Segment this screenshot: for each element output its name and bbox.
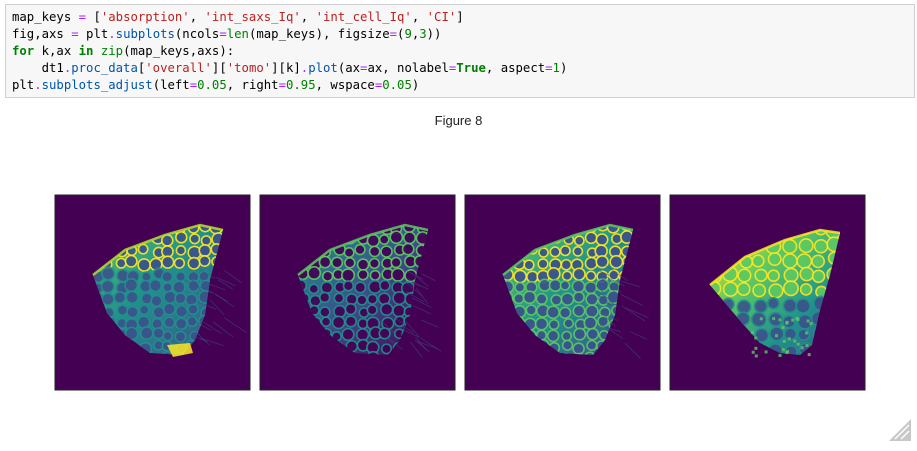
code-token: 'int_saxs_Iq' xyxy=(204,10,301,24)
code-token: (map_keys,axs): xyxy=(123,44,235,58)
code-token: fig,axs xyxy=(12,27,72,41)
code-token: 'CI' xyxy=(426,10,457,24)
code-token: (ncols xyxy=(174,27,220,41)
code-token: plot xyxy=(308,61,338,75)
code-token: 0.05 xyxy=(197,78,227,92)
code-line: plt.subplots_adjust(left=0.05, right=0.9… xyxy=(12,77,908,94)
code-token: = xyxy=(278,78,286,92)
code-token: dt1 xyxy=(12,61,64,75)
code-token: )) xyxy=(426,27,442,41)
code-token: = xyxy=(71,27,79,41)
tomo-panel-absorption xyxy=(54,194,251,391)
code-token: 'overall' xyxy=(145,61,212,75)
code-lines: map_keys = ['absorption', 'int_saxs_Iq',… xyxy=(12,9,908,94)
code-token: , xyxy=(411,10,427,24)
figure-canvas xyxy=(54,194,866,391)
code-token: subplots_adjust xyxy=(41,78,153,92)
code-token: subplots xyxy=(115,27,175,41)
code-token: ][k] xyxy=(271,61,301,75)
code-token: True xyxy=(456,61,486,75)
code-token: k,ax xyxy=(34,44,79,58)
code-line: for k,ax in zip(map_keys,axs): xyxy=(12,43,908,60)
code-token: in xyxy=(78,44,94,58)
code-token: = xyxy=(78,10,87,24)
code-token: 'tomo' xyxy=(226,61,272,75)
code-token: = xyxy=(389,27,398,41)
code-token: plt xyxy=(12,78,35,92)
code-token: 1 xyxy=(552,61,560,75)
code-token: ax, nolabel xyxy=(367,61,449,75)
code-cell[interactable]: map_keys = ['absorption', 'int_saxs_Iq',… xyxy=(5,4,915,98)
code-token: len xyxy=(226,27,249,41)
code-token: ) xyxy=(559,61,568,75)
code-token: [ xyxy=(86,10,101,24)
code-token: for xyxy=(12,44,35,58)
code-token: (map_keys), figsize xyxy=(248,27,390,41)
tomo-panel-CI xyxy=(669,194,866,391)
code-token: , aspect xyxy=(485,61,546,75)
code-token: ) xyxy=(411,78,420,92)
code-token: 'int_cell_Iq' xyxy=(315,10,412,24)
code-token: = xyxy=(545,61,553,75)
code-token: , wspace xyxy=(315,78,375,92)
code-token: 3 xyxy=(419,27,427,41)
code-token: (left xyxy=(152,78,190,92)
code-token: (ax xyxy=(337,61,361,75)
code-token: , xyxy=(189,10,205,24)
code-token: ][ xyxy=(211,61,227,75)
code-token: zip xyxy=(100,44,124,58)
code-line: dt1.proc_data['overall']['tomo'][k].plot… xyxy=(12,60,908,77)
code-token: plt xyxy=(78,27,109,41)
code-token: , xyxy=(300,10,316,24)
tomo-panel-int_cell_Iq xyxy=(464,194,661,391)
code-token: 0.95 xyxy=(285,78,316,92)
tomo-panel-int_saxs_Iq xyxy=(259,194,456,391)
code-token: 0.05 xyxy=(382,78,412,92)
code-line: fig,axs = plt.subplots(ncols=len(map_key… xyxy=(12,26,908,43)
code-token: , right xyxy=(226,78,279,92)
code-token: = xyxy=(189,78,198,92)
code-token: . xyxy=(108,27,116,41)
code-line: map_keys = ['absorption', 'int_saxs_Iq',… xyxy=(12,9,908,26)
code-token: ] xyxy=(456,10,464,24)
code-token: map_keys xyxy=(12,10,79,24)
resize-handle-icon[interactable] xyxy=(889,419,911,441)
figure-label: Figure 8 xyxy=(434,113,483,128)
code-token: 9 xyxy=(404,27,412,41)
code-token: 'absorption' xyxy=(100,10,190,24)
code-token: . xyxy=(34,78,42,92)
code-token: proc_data xyxy=(71,61,138,75)
code-token: = xyxy=(219,27,227,41)
